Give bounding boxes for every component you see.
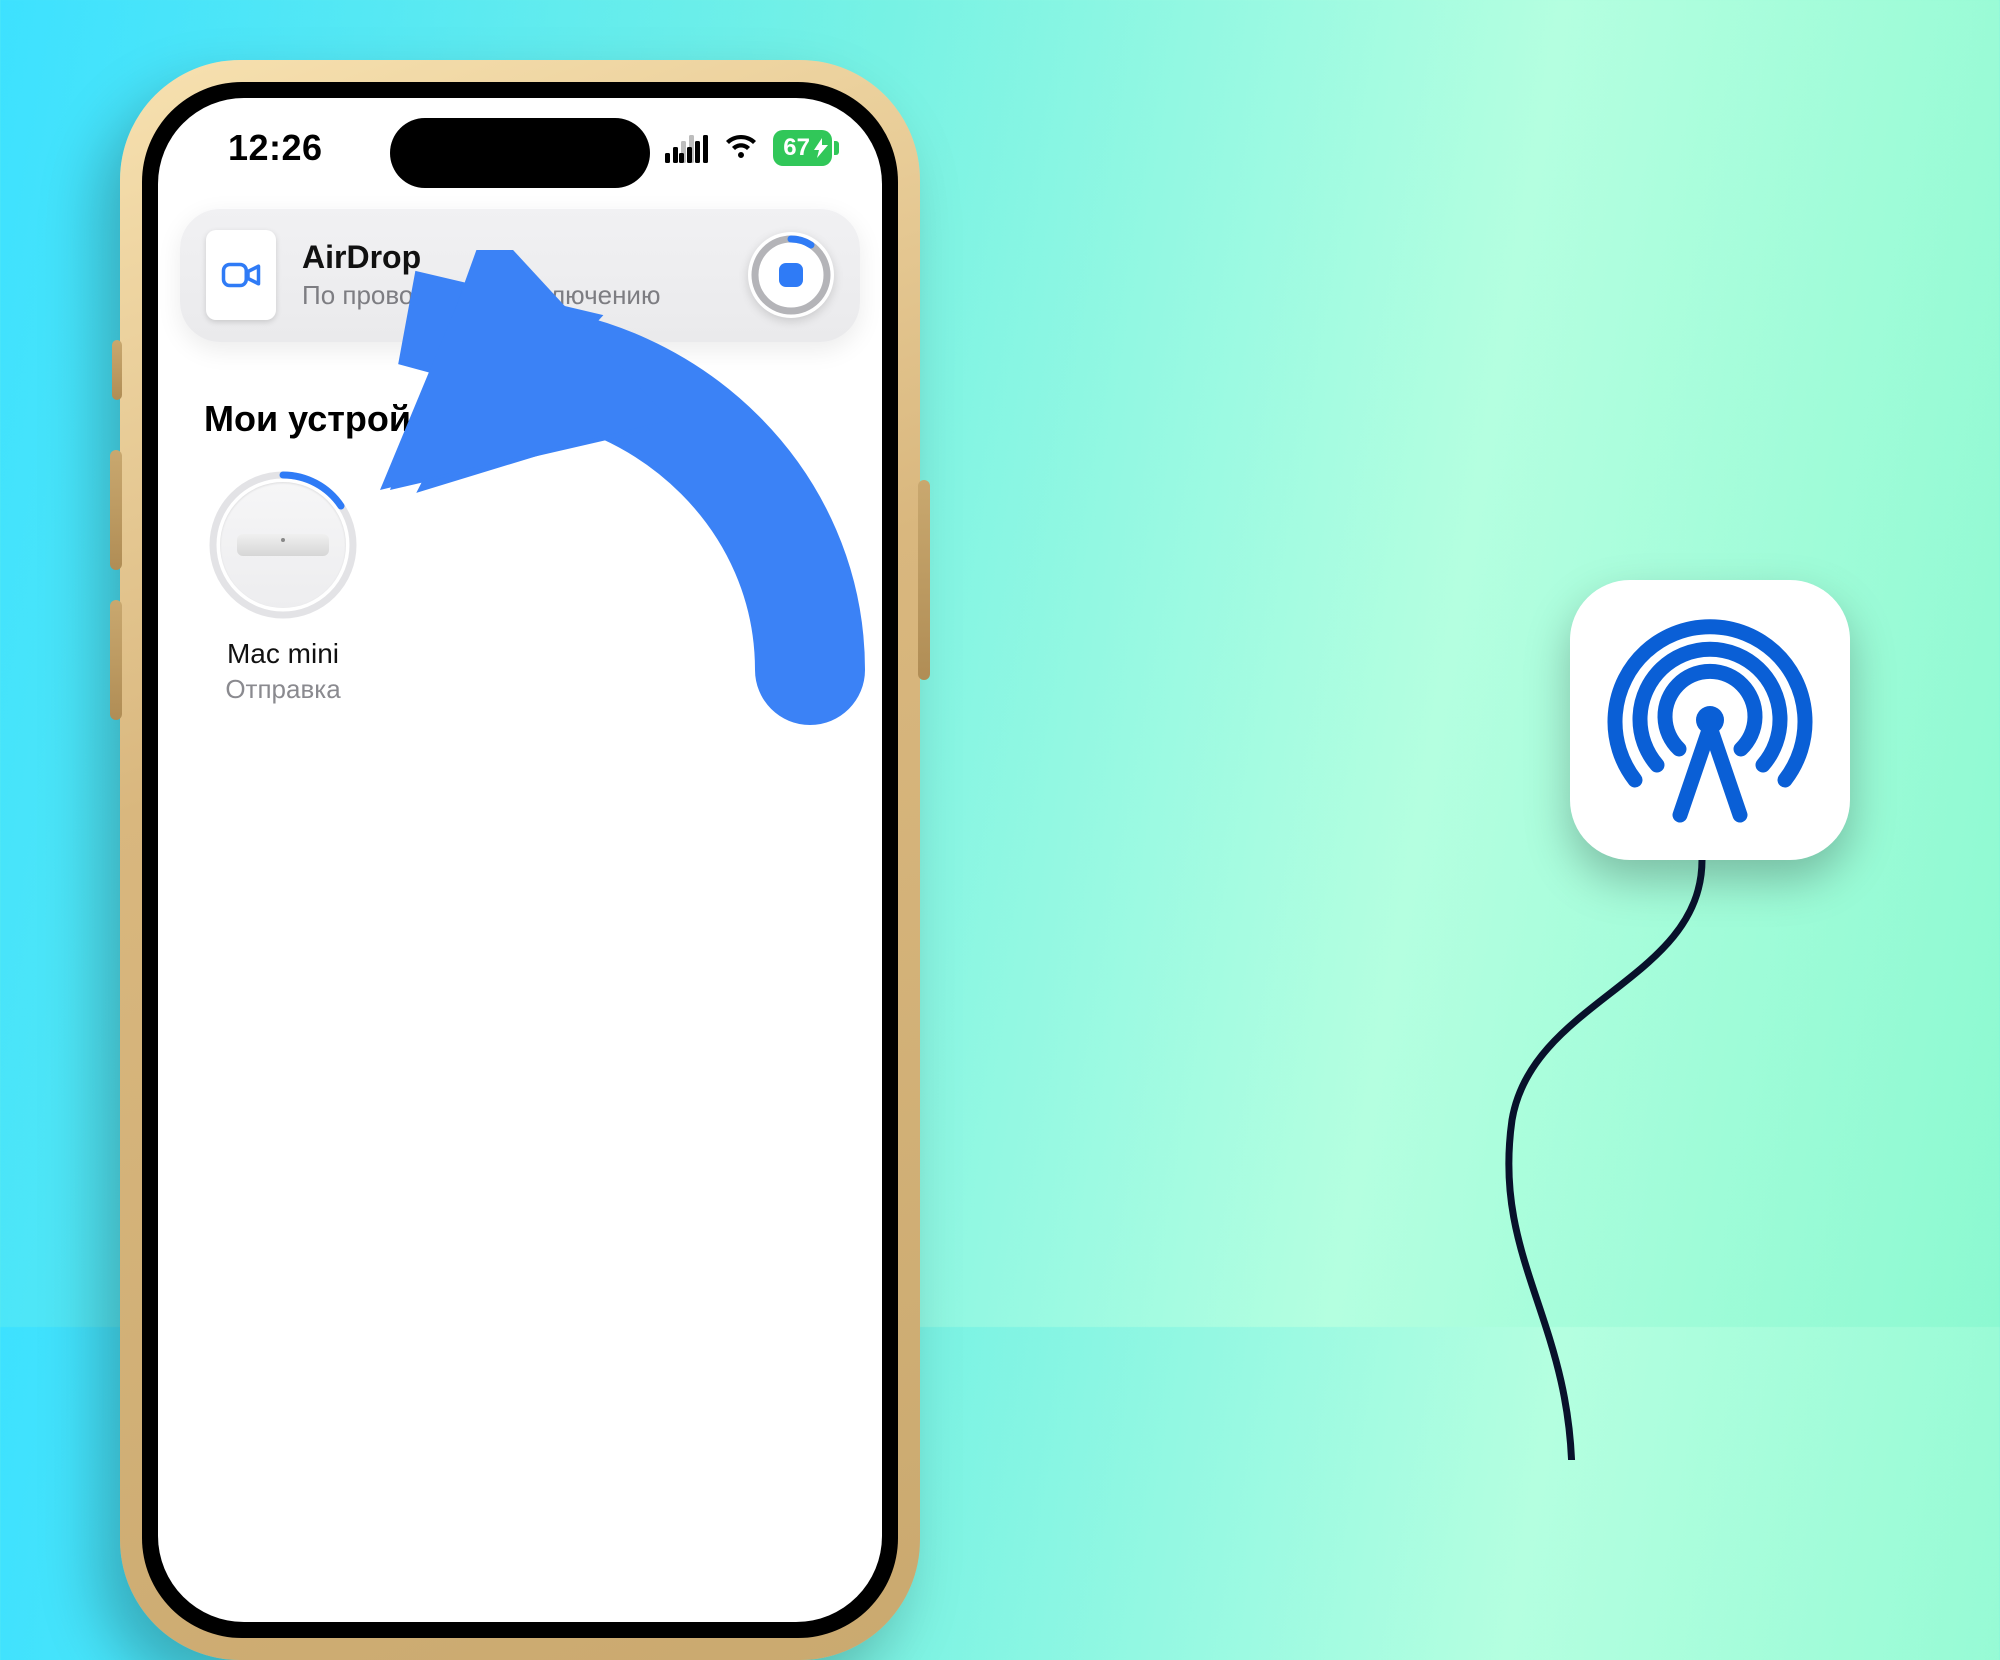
my-devices-heading: Мои устройства bbox=[204, 398, 842, 440]
airdrop-icon bbox=[1605, 615, 1815, 825]
dynamic-island bbox=[390, 118, 650, 188]
phone-bezel: 12:26 bbox=[142, 82, 898, 1638]
battery-indicator: 67 bbox=[773, 130, 832, 166]
status-time: 12:26 bbox=[228, 127, 323, 169]
phone-screen: 12:26 bbox=[158, 98, 882, 1622]
volume-down-button bbox=[110, 600, 122, 720]
device-name-label: Mac mini bbox=[198, 638, 368, 670]
device-avatar bbox=[208, 470, 358, 620]
wifi-icon bbox=[723, 134, 759, 162]
device-mac-mini[interactable]: Mac mini Отправка bbox=[198, 470, 368, 705]
stop-transfer-button[interactable] bbox=[748, 232, 834, 318]
video-icon bbox=[220, 254, 262, 296]
banner-texts: AirDrop По проводному подключению bbox=[302, 239, 722, 311]
iphone-frame: 12:26 bbox=[120, 60, 920, 1660]
stop-icon bbox=[776, 260, 806, 290]
airdrop-transfer-banner[interactable]: AirDrop По проводному подключению bbox=[180, 208, 860, 342]
dual-sim-signal-icon bbox=[665, 133, 709, 163]
file-thumbnail bbox=[206, 230, 276, 320]
banner-title: AirDrop bbox=[302, 239, 722, 276]
power-button bbox=[918, 480, 930, 680]
airdrop-app-icon bbox=[1570, 580, 1850, 860]
banner-subtitle: По проводному подключению bbox=[302, 280, 722, 311]
volume-up-button bbox=[110, 450, 122, 570]
device-status-label: Отправка bbox=[198, 674, 368, 705]
battery-percent: 67 bbox=[783, 134, 810, 162]
airdrop-content: Мои устройства Mac mini Отправка bbox=[158, 378, 882, 705]
mac-mini-icon bbox=[237, 534, 329, 556]
cable-line bbox=[1412, 860, 1712, 1460]
status-icons: 67 bbox=[665, 130, 832, 166]
silent-switch bbox=[112, 340, 122, 400]
charging-bolt-icon bbox=[814, 138, 828, 158]
